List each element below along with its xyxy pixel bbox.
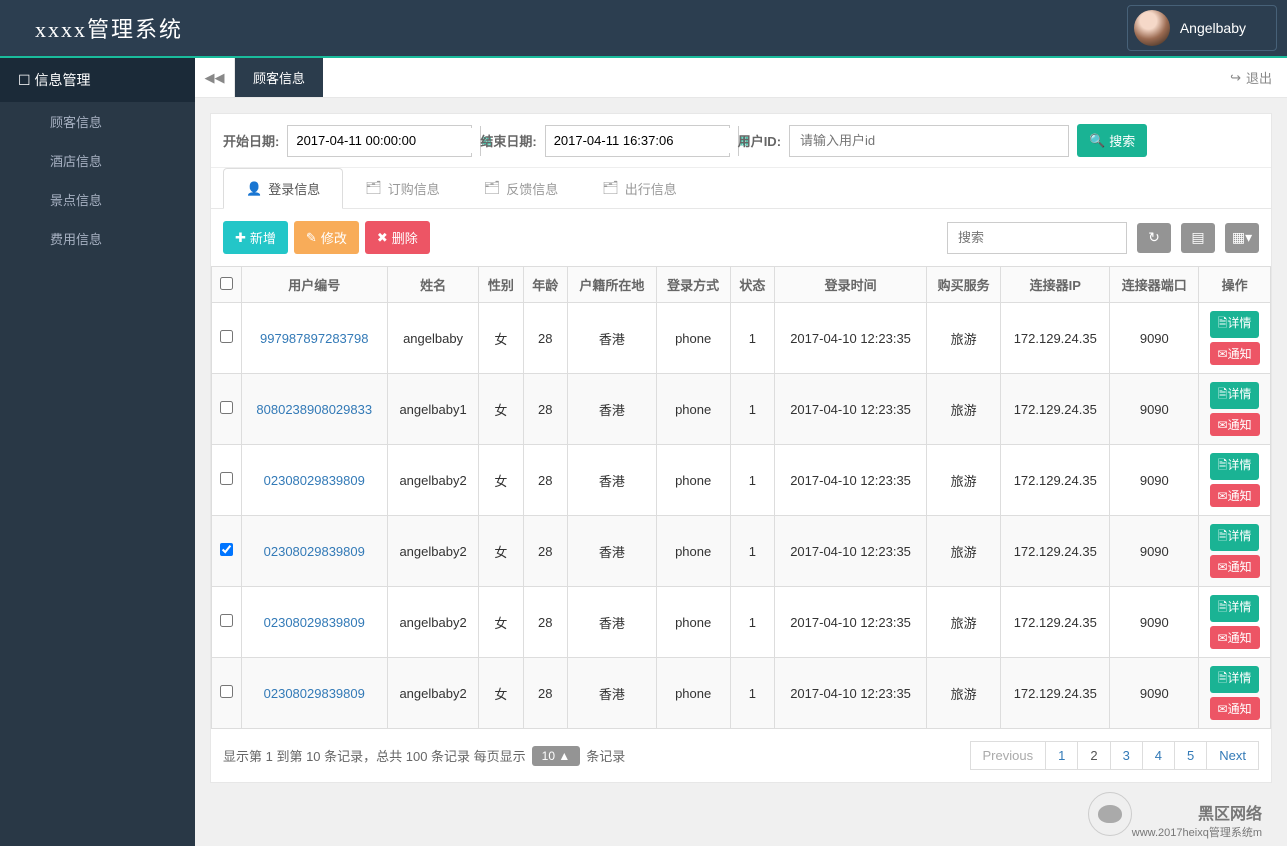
column-header[interactable]: 登录时间 [775,267,927,303]
app-logo: xxxx管理系统 [10,12,183,44]
edit-button[interactable]: ✎修改 [294,221,359,254]
column-header[interactable]: 户籍所在地 [567,267,656,303]
pager-page[interactable]: 1 [1045,741,1078,770]
user-id-link[interactable]: 02308029839809 [264,473,365,488]
column-header[interactable]: 登录方式 [656,267,730,303]
sidebar-group-title[interactable]: ☐ 信息管理 [0,58,195,102]
pager-info: 显示第 1 到第 10 条记录，总共 100 条记录 每页显示 [223,746,526,765]
notify-button[interactable]: ✉通知 [1210,626,1260,649]
pager-next[interactable]: Next [1206,741,1259,770]
notify-button[interactable]: ✉通知 [1210,413,1260,436]
table-row: 02308029839809 angelbaby2女28 香港phone1 20… [212,658,1271,729]
column-header[interactable]: 连接器端口 [1110,267,1199,303]
view-icon[interactable]: ▦▾ [1225,223,1259,253]
delete-button[interactable]: ✖删除 [365,221,430,254]
start-date-input[interactable]: ▦ [287,125,472,157]
logout-button[interactable]: ↪ 退出 [1215,58,1287,97]
tab-customer-info[interactable]: 顾客信息 [235,58,323,97]
sidebar-item-fee[interactable]: 费用信息 [0,219,195,258]
sidebar: ☐ 信息管理 顾客信息 酒店信息 景点信息 费用信息 [0,58,195,846]
end-date-input[interactable]: ▦ [545,125,730,157]
table-row: 02308029839809 angelbaby2女28 香港phone1 20… [212,516,1271,587]
row-checkbox[interactable] [220,685,233,698]
pager-info-suffix: 条记录 [586,746,625,765]
search-button[interactable]: 🔍 搜索 [1077,124,1147,157]
detail-button[interactable]: 🗎详情 [1210,595,1260,622]
column-header[interactable]: 性别 [479,267,523,303]
sidebar-item-scenic[interactable]: 景点信息 [0,180,195,219]
table-row: 02308029839809 angelbaby2女28 香港phone1 20… [212,445,1271,516]
detail-button[interactable]: 🗎详情 [1210,311,1260,338]
table-row: 8080238908029833 angelbaby1女28 香港phone1 … [212,374,1271,445]
pager-page[interactable]: 3 [1110,741,1143,770]
refresh-icon[interactable]: ↻ [1137,223,1171,253]
column-header[interactable]: 姓名 [387,267,478,303]
page-size-select[interactable]: 10 ▲ [532,746,581,766]
notify-button[interactable]: ✉通知 [1210,342,1260,365]
pager-prev[interactable]: Previous [970,741,1047,770]
user-id-link[interactable]: 02308029839809 [264,544,365,559]
notify-button[interactable]: ✉通知 [1210,484,1260,507]
tab-travel-info[interactable]: 🗂 出行信息 [580,168,699,208]
table-row: 997987897283798 angelbaby女28 香港phone1 20… [212,303,1271,374]
column-header[interactable]: 购买服务 [927,267,1001,303]
select-all-checkbox[interactable] [220,277,233,290]
tab-login-info[interactable]: 👤 登录信息 [223,168,343,209]
tab-order-info[interactable]: 🗂 订购信息 [343,168,462,208]
pager-page[interactable]: 4 [1142,741,1175,770]
column-header[interactable]: 连接器IP [1001,267,1110,303]
row-checkbox[interactable] [220,330,233,343]
uid-label: 用户ID: [738,131,781,150]
detail-button[interactable]: 🗎详情 [1210,666,1260,693]
column-header[interactable]: 操作 [1199,267,1271,303]
tab-feedback-info[interactable]: 🗂 反馈信息 [462,168,581,208]
add-button[interactable]: ✚新增 [223,221,288,254]
user-id-link[interactable]: 02308029839809 [264,686,365,701]
column-header[interactable]: 年龄 [523,267,567,303]
end-date-label: 结束日期: [480,131,536,150]
pager-page[interactable]: 5 [1174,741,1207,770]
notify-button[interactable]: ✉通知 [1210,555,1260,578]
column-header[interactable]: 状态 [730,267,774,303]
column-header[interactable]: 用户编号 [241,267,387,303]
username: Angelbaby [1180,20,1246,36]
row-checkbox[interactable] [220,614,233,627]
collapse-sidebar-button[interactable]: ◀◀ [195,58,235,97]
user-menu[interactable]: Angelbaby [1127,5,1277,51]
user-id-link[interactable]: 02308029839809 [264,615,365,630]
start-date-label: 开始日期: [223,131,279,150]
row-checkbox[interactable] [220,472,233,485]
data-table: 用户编号姓名性别年龄户籍所在地登录方式状态登录时间购买服务连接器IP连接器端口操… [211,266,1271,729]
uid-input[interactable] [789,125,1069,157]
pager-page[interactable]: 2 [1077,741,1110,770]
row-checkbox[interactable] [220,401,233,414]
detail-button[interactable]: 🗎详情 [1210,382,1260,409]
columns-icon[interactable]: ▤ [1181,223,1215,253]
avatar [1134,10,1170,46]
sidebar-item-hotel[interactable]: 酒店信息 [0,141,195,180]
user-id-link[interactable]: 8080238908029833 [256,402,372,417]
row-checkbox[interactable] [220,543,233,556]
detail-button[interactable]: 🗎详情 [1210,524,1260,551]
table-search-input[interactable] [947,222,1127,254]
user-id-link[interactable]: 997987897283798 [260,331,368,346]
notify-button[interactable]: ✉通知 [1210,697,1260,720]
table-row: 02308029839809 angelbaby2女28 香港phone1 20… [212,587,1271,658]
sidebar-item-customer[interactable]: 顾客信息 [0,102,195,141]
detail-button[interactable]: 🗎详情 [1210,453,1260,480]
